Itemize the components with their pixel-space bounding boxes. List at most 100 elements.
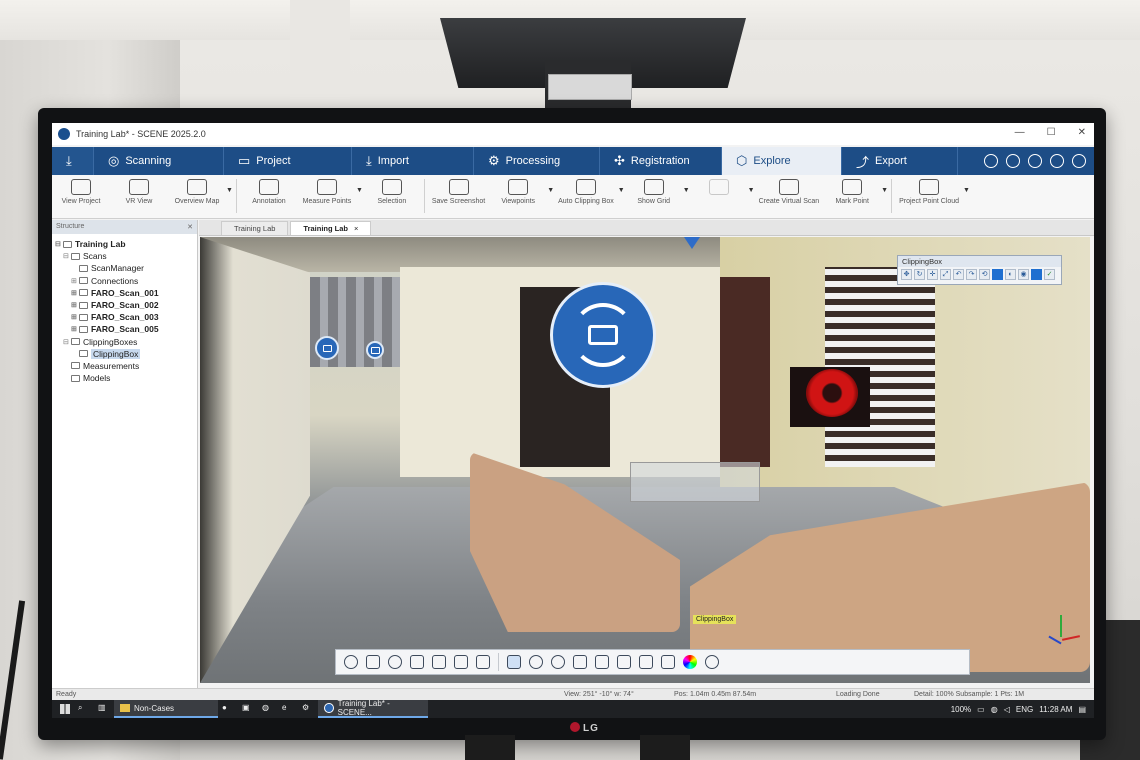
- battery-icon[interactable]: ▭: [977, 705, 985, 714]
- tab-home[interactable]: ⤓: [52, 147, 94, 175]
- cut-plane-icon[interactable]: [551, 655, 565, 669]
- fly-icon[interactable]: [476, 655, 490, 669]
- tree-item-scans[interactable]: ⊟ Scans: [52, 250, 197, 262]
- tree-item-clippingbox[interactable]: ClippingBox: [52, 348, 197, 360]
- app-icon-chrome[interactable]: ◍: [262, 703, 274, 715]
- orbit-icon[interactable]: [432, 655, 446, 669]
- tree-item-training-lab[interactable]: ⊟ Training Lab: [52, 238, 197, 250]
- show-grid-dropdown[interactable]: ▼: [683, 187, 690, 194]
- walk-icon[interactable]: [454, 655, 468, 669]
- task-view-icon[interactable]: ▥: [98, 703, 110, 715]
- translate-icon[interactable]: ✛: [927, 269, 938, 280]
- globe-icon[interactable]: [1072, 154, 1086, 168]
- shading-icon[interactable]: [705, 655, 719, 669]
- viewpoint-marker-small[interactable]: [315, 336, 339, 360]
- viewpoints-dropdown[interactable]: ▼: [547, 187, 554, 194]
- network-icon[interactable]: ◍: [991, 705, 998, 714]
- overview-map-button[interactable]: Overview Map: [168, 179, 226, 206]
- clip-inside-icon[interactable]: [992, 269, 1003, 280]
- viewpoint-marker-large[interactable]: [550, 282, 656, 388]
- move-tool-icon[interactable]: [595, 655, 609, 669]
- volume-icon[interactable]: ◁: [1004, 705, 1010, 714]
- taskbar-item-noncases[interactable]: Non-Cases: [114, 700, 218, 718]
- settings-icon[interactable]: [1006, 154, 1020, 168]
- undo-icon[interactable]: ↶: [953, 269, 964, 280]
- annotation-button[interactable]: Annotation: [240, 179, 298, 206]
- tree-item-scanmanager[interactable]: ScanManager: [52, 262, 197, 274]
- clipping-box-scene-label[interactable]: ClippingBox: [693, 615, 737, 624]
- auto-clipping-box-dropdown[interactable]: ▼: [618, 187, 625, 194]
- scale-icon[interactable]: ⤢: [940, 269, 951, 280]
- tab-explore[interactable]: ⬡ Explore: [722, 147, 842, 175]
- info-icon[interactable]: [1050, 154, 1064, 168]
- points-icon[interactable]: [639, 655, 653, 669]
- clock[interactable]: 11:28 AM: [1039, 705, 1072, 714]
- vr-view-button[interactable]: VR View: [110, 179, 168, 206]
- doc-tab-3d-view[interactable]: Training Lab ×: [290, 221, 372, 235]
- 3d-viewport[interactable]: ClippingBox ✥ ↻ ✛ ⤢ ↶ ↷ ⟲ ◐ ◉ ✓ Clipping…: [200, 237, 1090, 683]
- view-project-button[interactable]: View Project: [52, 179, 110, 206]
- mark-point-button[interactable]: Mark Point: [823, 179, 881, 206]
- faro-icon[interactable]: [984, 154, 998, 168]
- viewpoints-button[interactable]: Viewpoints: [489, 179, 547, 206]
- clipping-box-tool-icon[interactable]: [507, 655, 521, 669]
- scan-position-marker-icon[interactable]: [684, 237, 700, 249]
- panel-close-icon[interactable]: ✕: [187, 223, 193, 231]
- app-icon-terminal[interactable]: ▣: [242, 703, 254, 715]
- tree-item-measurements[interactable]: Measurements: [52, 360, 197, 372]
- measure-points-button[interactable]: Measure Points: [298, 179, 356, 206]
- clip-outside-icon[interactable]: ◐: [1005, 269, 1016, 280]
- selection-button[interactable]: Selection: [363, 179, 421, 206]
- project-point-cloud-button[interactable]: Project Point Cloud: [895, 179, 963, 206]
- hexagon-tool-icon[interactable]: [617, 655, 631, 669]
- tree-item-connections[interactable]: ⊞ Connections: [52, 275, 197, 287]
- tab-scanning[interactable]: ◎ Scanning: [94, 147, 224, 175]
- start-icon[interactable]: [60, 704, 70, 714]
- visibility-eye-icon[interactable]: ◉: [1018, 269, 1029, 280]
- disabled-tool-dropdown[interactable]: ▼: [748, 187, 755, 194]
- tab-import[interactable]: ⤓ Import: [352, 147, 474, 175]
- zoom-icon[interactable]: [388, 655, 402, 669]
- notification-icon[interactable]: ▤: [1078, 705, 1086, 714]
- point-density-icon[interactable]: [573, 655, 587, 669]
- tree-item-models[interactable]: Models: [52, 372, 197, 384]
- limit-box-icon[interactable]: [529, 655, 543, 669]
- rotate-icon[interactable]: ↻: [914, 269, 925, 280]
- show-grid-button[interactable]: Show Grid: [625, 179, 683, 206]
- tree-item-clippingboxes[interactable]: ⊟ ClippingBoxes: [52, 336, 197, 348]
- mark-point-dropdown[interactable]: ▼: [881, 187, 888, 194]
- app-icon-settings[interactable]: ⚙: [302, 703, 314, 715]
- redo-icon[interactable]: ↷: [966, 269, 977, 280]
- tab-project[interactable]: ▭ Project: [224, 147, 352, 175]
- clip-mode-dropdown-icon[interactable]: [1031, 269, 1042, 280]
- tree-item-scan[interactable]: ⊞ FARO_Scan_003: [52, 311, 197, 323]
- doc-tab-overview[interactable]: Training Lab: [221, 221, 289, 235]
- app-icon-red[interactable]: ●: [222, 703, 234, 715]
- reset-icon[interactable]: ⟲: [979, 269, 990, 280]
- language-indicator[interactable]: ENG: [1016, 705, 1033, 714]
- tab-close-icon[interactable]: ×: [354, 224, 358, 233]
- taskbar-item-scene[interactable]: Training Lab* - SCENE...: [318, 699, 428, 718]
- viewpoint-marker-small[interactable]: [366, 341, 384, 359]
- project-point-cloud-dropdown[interactable]: ▼: [963, 187, 970, 194]
- tab-export[interactable]: ⤴ Export: [842, 147, 958, 175]
- tree-item-scan[interactable]: ⊞ FARO_Scan_001: [52, 287, 197, 299]
- search-icon[interactable]: ⌕: [78, 703, 90, 715]
- save-screenshot-button[interactable]: Save Screenshot: [428, 179, 489, 206]
- scan-view-icon[interactable]: [366, 655, 380, 669]
- tab-processing[interactable]: ⚙ Processing: [474, 147, 600, 175]
- help-icon[interactable]: [1028, 154, 1042, 168]
- auto-clipping-box-button[interactable]: Auto Clipping Box: [554, 179, 618, 206]
- grid-points-icon[interactable]: [661, 655, 675, 669]
- close-button[interactable]: ✕: [1078, 127, 1086, 138]
- app-icon-edge[interactable]: e: [282, 703, 294, 715]
- minimize-button[interactable]: —: [1015, 127, 1025, 138]
- tree-item-scan[interactable]: ⊞ FARO_Scan_002: [52, 299, 197, 311]
- color-mode-icon[interactable]: [683, 655, 697, 669]
- tree-item-scan[interactable]: ⊞ FARO_Scan_005: [52, 323, 197, 335]
- view-cube-icon[interactable]: [410, 655, 424, 669]
- create-virtual-scan-button[interactable]: Create Virtual Scan: [755, 179, 824, 206]
- measure-points-dropdown[interactable]: ▼: [356, 187, 363, 194]
- confirm-check-icon[interactable]: ✓: [1044, 269, 1055, 280]
- overview-map-dropdown[interactable]: ▼: [226, 187, 233, 194]
